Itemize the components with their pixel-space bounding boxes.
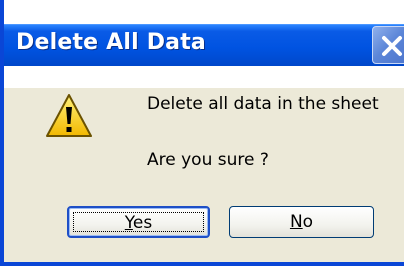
close-button[interactable]	[372, 26, 404, 64]
no-button-label: o	[302, 212, 314, 232]
focus-rect	[73, 212, 204, 232]
message-line-2: Are you sure ?	[147, 150, 269, 170]
dialog-window: Delete All Data Delete all data in the s…	[0, 0, 404, 266]
dialog-title: Delete All Data	[16, 30, 206, 55]
message-line-1: Delete all data in the sheet	[147, 94, 379, 114]
close-icon	[382, 36, 402, 56]
no-button-mnemonic: N	[289, 212, 303, 232]
warning-icon	[46, 94, 92, 137]
yes-button[interactable]: Yes	[67, 206, 210, 238]
no-button[interactable]: No	[229, 206, 374, 238]
